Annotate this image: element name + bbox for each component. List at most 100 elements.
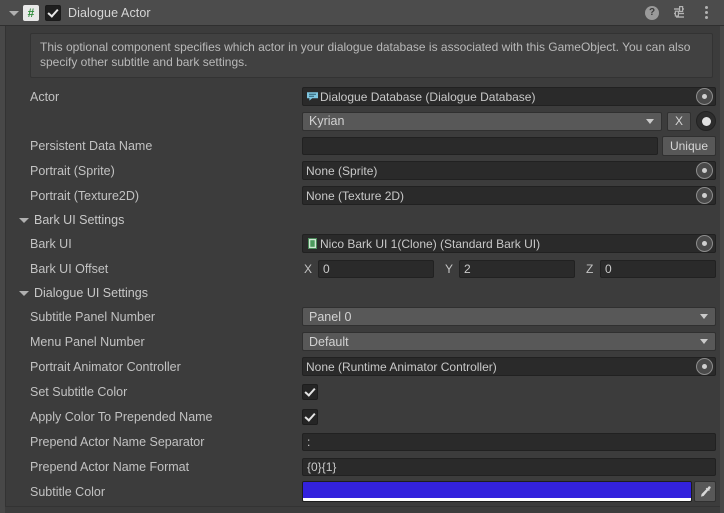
row-apply-color-to-prepended-name: Apply Color To Prepended Name xyxy=(8,404,716,429)
axis-label-z: Z xyxy=(586,261,594,276)
portrait-texture2d-object-field[interactable]: None (Texture 2D) xyxy=(302,186,716,205)
control-portrait-animator-controller: None (Runtime Animator Controller) xyxy=(302,357,716,376)
row-actor: Actor Dialogue Database (Dialogue Databa… xyxy=(8,84,716,109)
panel-bottom-edge xyxy=(5,506,720,513)
help-box: This optional component specifies which … xyxy=(30,33,713,78)
row-menu-panel-number: Menu Panel Number Default xyxy=(8,329,716,354)
control-portrait-texture2d: None (Texture 2D) xyxy=(302,186,716,205)
row-subtitle-panel-number: Subtitle Panel Number Panel 0 xyxy=(8,304,716,329)
label-bark-ui-offset: Bark UI Offset xyxy=(30,261,109,276)
label-subtitle-color: Subtitle Color xyxy=(30,484,106,499)
row-set-subtitle-color: Set Subtitle Color xyxy=(8,379,716,404)
bark-ui-object-field[interactable]: Nico Bark UI 1(Clone) (Standard Bark UI) xyxy=(302,234,716,253)
menu-panel-number-value: Default xyxy=(309,334,349,349)
label-portrait-animator-controller: Portrait Animator Controller xyxy=(30,359,181,374)
portrait-animator-controller-value: None (Runtime Animator Controller) xyxy=(306,359,497,374)
chevron-down-icon xyxy=(700,339,708,344)
label-set-subtitle-color: Set Subtitle Color xyxy=(30,384,128,399)
more-menu-icon[interactable] xyxy=(698,5,714,21)
control-subtitle-color xyxy=(302,481,716,502)
portrait-texture2d-value: None (Texture 2D) xyxy=(306,188,405,203)
control-bark-ui: Nico Bark UI 1(Clone) (Standard Bark UI) xyxy=(302,234,716,253)
actor-name-dropdown-value: Kyrian xyxy=(309,114,345,128)
control-set-subtitle-color xyxy=(302,383,716,400)
actor-object-value: Dialogue Database (Dialogue Database) xyxy=(320,89,536,104)
bark-ui-offset-z: Z 0 xyxy=(584,259,716,278)
control-apply-color-to-prepended-name xyxy=(302,408,716,425)
bark-ui-offset-y-input[interactable]: 2 xyxy=(459,259,575,278)
dialogue-ui-settings-foldout-arrow[interactable] xyxy=(18,287,30,299)
portrait-texture2d-picker-icon[interactable] xyxy=(696,187,713,204)
row-portrait-sprite: Portrait (Sprite) None (Sprite) xyxy=(8,158,716,183)
prefab-icon xyxy=(308,238,317,249)
chevron-down-icon xyxy=(645,118,654,124)
portrait-sprite-value: None (Sprite) xyxy=(306,163,378,178)
actor-select-button[interactable] xyxy=(696,111,716,131)
label-prepend-actor-name-separator: Prepend Actor Name Separator xyxy=(30,434,205,449)
persistent-data-name-input[interactable] xyxy=(302,136,658,155)
section-bark-ui-settings[interactable]: Bark UI Settings xyxy=(8,208,716,231)
label-portrait-texture2d: Portrait (Texture2D) xyxy=(30,188,140,203)
menu-panel-number-dropdown[interactable]: Default xyxy=(302,332,716,351)
control-bark-ui-offset: X 0 Y 2 Z 0 xyxy=(302,259,716,278)
prepend-actor-name-separator-input[interactable]: : xyxy=(302,432,716,451)
label-prepend-actor-name-format: Prepend Actor Name Format xyxy=(30,459,190,474)
bark-ui-value: Nico Bark UI 1(Clone) (Standard Bark UI) xyxy=(320,236,541,251)
label-apply-color-to-prepended-name: Apply Color To Prepended Name xyxy=(30,409,213,424)
bark-ui-offset-x: X 0 xyxy=(302,259,434,278)
row-subtitle-color: Subtitle Color xyxy=(8,479,716,504)
label-actor: Actor xyxy=(30,89,60,104)
unique-button[interactable]: Unique xyxy=(661,135,716,156)
bark-ui-offset-z-input[interactable]: 0 xyxy=(600,259,716,278)
label-persistent-data-name: Persistent Data Name xyxy=(30,138,153,153)
subtitle-color-field[interactable] xyxy=(302,481,692,502)
portrait-sprite-object-field[interactable]: None (Sprite) xyxy=(302,161,716,180)
component-foldout-arrow[interactable] xyxy=(8,7,20,19)
component-enabled-checkbox[interactable] xyxy=(45,4,61,21)
row-persistent-data-name: Persistent Data Name Unique xyxy=(8,133,716,158)
label-bark-ui: Bark UI xyxy=(30,236,72,251)
apply-color-to-prepended-name-checkbox[interactable] xyxy=(302,408,318,425)
dialogue-ui-settings-label: Dialogue UI Settings xyxy=(34,285,148,300)
control-subtitle-panel-number: Panel 0 xyxy=(302,307,716,326)
bark-ui-picker-icon[interactable] xyxy=(696,235,713,252)
control-prepend-actor-name-format: {0}{1} xyxy=(302,457,716,476)
eyedropper-icon[interactable] xyxy=(694,481,716,502)
subtitle-panel-number-dropdown[interactable]: Panel 0 xyxy=(302,307,716,326)
component-header[interactable]: # Dialogue Actor ? xyxy=(0,0,724,26)
script-icon: # xyxy=(23,4,39,21)
control-portrait-sprite: None (Sprite) xyxy=(302,161,716,180)
label-menu-panel-number: Menu Panel Number xyxy=(30,334,145,349)
bark-ui-offset-x-input[interactable]: 0 xyxy=(318,259,434,278)
portrait-sprite-picker-icon[interactable] xyxy=(696,162,713,179)
bark-ui-settings-label: Bark UI Settings xyxy=(34,212,125,227)
actor-object-picker-icon[interactable] xyxy=(696,88,713,105)
portrait-animator-controller-object-field[interactable]: None (Runtime Animator Controller) xyxy=(302,357,716,376)
control-actor-dropdown: Kyrian X xyxy=(302,111,716,131)
control-actor-object: Dialogue Database (Dialogue Database) xyxy=(302,87,716,106)
bark-ui-settings-foldout-arrow[interactable] xyxy=(18,214,30,226)
row-prepend-actor-name-format: Prepend Actor Name Format {0}{1} xyxy=(8,454,716,479)
actor-name-dropdown[interactable]: Kyrian xyxy=(302,111,662,131)
preset-icon-svg xyxy=(673,6,684,18)
right-edge-strip xyxy=(720,26,724,513)
prepend-actor-name-format-input[interactable]: {0}{1} xyxy=(302,457,716,476)
actor-clear-button[interactable]: X xyxy=(666,111,691,131)
help-icon[interactable]: ? xyxy=(644,5,660,21)
control-menu-panel-number: Default xyxy=(302,332,716,351)
row-bark-ui-offset: Bark UI Offset X 0 Y 2 Z 0 xyxy=(8,256,716,281)
set-subtitle-color-checkbox[interactable] xyxy=(302,383,318,400)
row-bark-ui: Bark UI Nico Bark UI 1(Clone) (Standard … xyxy=(8,231,716,256)
preset-icon[interactable] xyxy=(671,5,687,21)
label-subtitle-panel-number: Subtitle Panel Number xyxy=(30,309,156,324)
actor-object-field[interactable]: Dialogue Database (Dialogue Database) xyxy=(302,87,716,106)
section-dialogue-ui-settings[interactable]: Dialogue UI Settings xyxy=(8,281,716,304)
help-icon-glyph: ? xyxy=(645,5,659,20)
row-portrait-texture2d: Portrait (Texture2D) None (Texture 2D) xyxy=(8,183,716,208)
row-prepend-actor-name-separator: Prepend Actor Name Separator : xyxy=(8,429,716,454)
control-persistent-data-name: Unique xyxy=(302,135,716,156)
portrait-animator-controller-picker-icon[interactable] xyxy=(696,358,713,375)
kebab-icon-glyph xyxy=(704,6,708,19)
chevron-down-icon xyxy=(700,314,708,319)
axis-label-y: Y xyxy=(445,261,454,276)
